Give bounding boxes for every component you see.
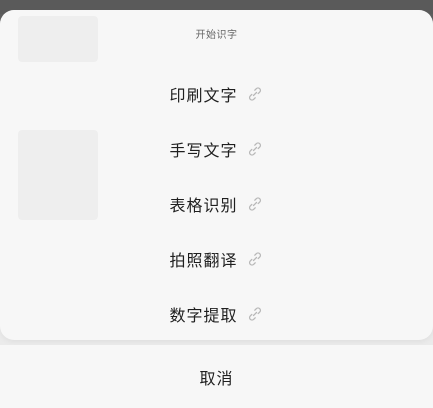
link-icon (248, 87, 261, 101)
menu-item-handwriting[interactable]: 手写文字 (0, 129, 433, 169)
link-icon (248, 142, 261, 156)
menu-item-label: 拍照翻译 (169, 251, 238, 270)
link-icon (248, 252, 261, 266)
action-sheet-title: 开始识字 (195, 30, 238, 41)
link-icon (248, 197, 261, 211)
menu-item-label: 表格识别 (169, 196, 238, 215)
cancel-section: 取消 (0, 345, 433, 408)
menu-item-number-extract[interactable]: 数字提取 (0, 294, 433, 334)
menu-item-photo-translate[interactable]: 拍照翻译 (0, 239, 433, 279)
menu-item-label: 数字提取 (169, 306, 238, 325)
link-icon (248, 307, 261, 321)
menu-item-label: 手写文字 (169, 141, 238, 160)
menu-item-label: 印刷文字 (169, 86, 238, 105)
action-sheet-menu: 开始识字 印刷文字 手写文字 表格识别 拍照翻译 数字提取 (0, 10, 433, 340)
menu-item-print-text[interactable]: 印刷文字 (0, 74, 433, 114)
cancel-button[interactable]: 取消 (0, 345, 433, 408)
action-sheet: 开始识字 印刷文字 手写文字 表格识别 拍照翻译 数字提取 取消 (0, 10, 433, 408)
menu-item-table-recognition[interactable]: 表格识别 (0, 184, 433, 224)
